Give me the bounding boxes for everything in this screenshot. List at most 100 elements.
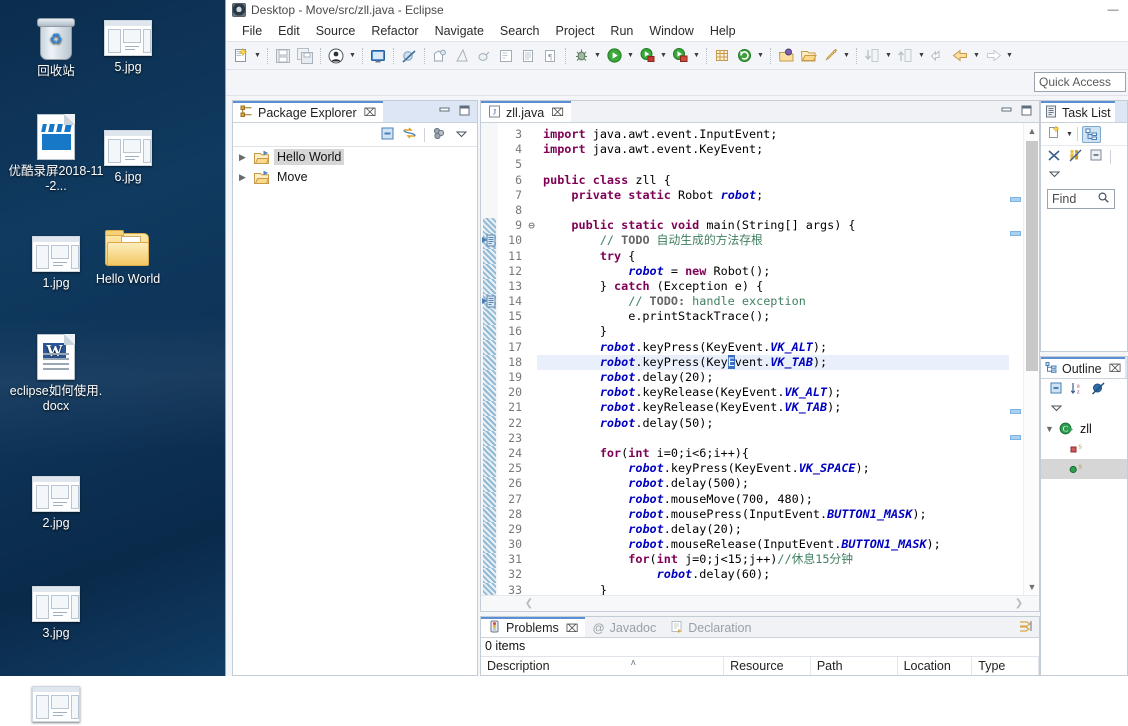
back-dropdown-icon[interactable]: ▼ bbox=[971, 46, 982, 66]
focus-on-selection-icon[interactable] bbox=[1019, 619, 1033, 636]
code-line[interactable]: // TODO 自动生成的方法存根 bbox=[537, 233, 1009, 248]
desktop-icon[interactable]: 2.jpg bbox=[8, 458, 104, 531]
code-line[interactable]: for(int j=0;j<15;j++)//休息15分钟 bbox=[537, 552, 1009, 567]
vertical-scroll-thumb[interactable] bbox=[1026, 141, 1038, 371]
column-header-location[interactable]: Location bbox=[898, 657, 973, 675]
code-line[interactable]: import java.awt.event.KeyEvent; bbox=[537, 142, 1009, 157]
code-line[interactable]: robot.delay(50); bbox=[537, 416, 1009, 431]
scroll-left-icon[interactable]: ❮ bbox=[521, 596, 537, 612]
desktop-icon[interactable]: 3.jpg bbox=[8, 568, 104, 641]
scroll-right-icon[interactable]: ❯ bbox=[1011, 596, 1027, 612]
code-line[interactable]: public static void main(String[] args) { bbox=[537, 218, 1009, 233]
maximize-view-icon[interactable] bbox=[458, 104, 471, 120]
menu-item-window[interactable]: Window bbox=[641, 22, 701, 40]
code-line[interactable]: robot.keyPress(KeyEvent.VK_ALT); bbox=[537, 340, 1009, 355]
tab-outline[interactable]: Outline ⌧ bbox=[1041, 357, 1126, 378]
code-line[interactable]: robot.keyRelease(KeyEvent.VK_TAB); bbox=[537, 400, 1009, 415]
next-annotation-icon[interactable] bbox=[862, 46, 882, 66]
run-icon[interactable] bbox=[604, 46, 624, 66]
menu-item-file[interactable]: File bbox=[234, 22, 270, 40]
code-viewport[interactable]: 3 4 5 6 7 8 9 10 11 12 13 14 15 16 17 18 19 20 21 22 23 24 25 2… bbox=[481, 123, 1039, 595]
chevron-down-icon[interactable]: ▼ bbox=[1045, 424, 1059, 434]
refresh-icon[interactable] bbox=[734, 46, 754, 66]
task-list-view-menu-icon[interactable] bbox=[1047, 169, 1062, 183]
menu-item-help[interactable]: Help bbox=[702, 22, 744, 40]
sort-alphabetically-icon[interactable]: a z bbox=[1070, 381, 1085, 399]
outline-view-menu-icon[interactable] bbox=[1049, 403, 1064, 417]
code-line[interactable]: robot.delay(500); bbox=[537, 476, 1009, 491]
quick-access-input[interactable]: Quick Access bbox=[1034, 72, 1126, 92]
tab-problems[interactable]: Problems ⌧ bbox=[481, 617, 586, 638]
annotation-dropdown-icon[interactable]: ▼ bbox=[841, 46, 852, 66]
task-find-input[interactable]: Find bbox=[1047, 189, 1115, 209]
debug-dropdown-icon[interactable]: ▼ bbox=[592, 46, 603, 66]
last-edit-location-icon[interactable] bbox=[928, 46, 948, 66]
editor-marker-ruler[interactable] bbox=[481, 123, 498, 595]
hide-fields-icon[interactable] bbox=[1091, 381, 1106, 399]
code-line[interactable]: robot.mouseRelease(InputEvent.BUTTON1_MA… bbox=[537, 537, 1009, 552]
menu-item-edit[interactable]: Edit bbox=[270, 22, 308, 40]
new-window-icon[interactable] bbox=[712, 46, 732, 66]
desktop-icon[interactable]: 6.jpg bbox=[80, 112, 176, 185]
menu-item-run[interactable]: Run bbox=[602, 22, 641, 40]
code-line[interactable]: robot.delay(20); bbox=[537, 370, 1009, 385]
new-task-icon[interactable] bbox=[1047, 125, 1062, 143]
editor-vertical-scrollbar[interactable]: ▲ ▼ bbox=[1023, 123, 1039, 595]
code-line[interactable]: for(int i=0;i<6;i++){ bbox=[537, 446, 1009, 461]
desktop-icon[interactable]: Weclipse如何使用.docx bbox=[8, 326, 104, 414]
close-icon[interactable]: ⌧ bbox=[1109, 362, 1122, 375]
code-line[interactable]: robot.mouseMove(700, 480); bbox=[537, 492, 1009, 507]
tree-item[interactable]: ▶ Move bbox=[233, 167, 477, 187]
code-line[interactable] bbox=[537, 203, 1009, 218]
run-dropdown-icon[interactable]: ▼ bbox=[625, 46, 636, 66]
open-type-icon[interactable] bbox=[496, 46, 516, 66]
close-icon[interactable]: ⌧ bbox=[551, 106, 564, 119]
coverage-icon[interactable] bbox=[670, 46, 690, 66]
new-java-class-icon[interactable] bbox=[452, 46, 472, 66]
code-line[interactable]: robot = new Robot(); bbox=[537, 264, 1009, 279]
new-wizard-icon[interactable] bbox=[231, 46, 251, 66]
view-menu-icon[interactable] bbox=[454, 126, 469, 144]
menu-item-source[interactable]: Source bbox=[308, 22, 364, 40]
menu-item-refactor[interactable]: Refactor bbox=[363, 22, 426, 40]
list-icon[interactable] bbox=[518, 46, 538, 66]
code-line[interactable]: robot.delay(60); bbox=[537, 567, 1009, 582]
column-header-description[interactable]: Description ʌ bbox=[481, 657, 725, 675]
code-line[interactable]: robot.keyPress(KeyEvent.VK_TAB); bbox=[537, 354, 1009, 370]
column-header-resource[interactable]: Resource bbox=[724, 657, 811, 675]
show-all-tasks-icon[interactable] bbox=[1068, 148, 1083, 166]
editor-overview-ruler[interactable] bbox=[1009, 123, 1023, 595]
next-annotation-dropdown-icon[interactable]: ▼ bbox=[883, 46, 894, 66]
outline-root-item[interactable]: ▼ C zll bbox=[1041, 419, 1127, 439]
code-line[interactable]: } bbox=[537, 583, 1009, 595]
task-list-body[interactable]: Find bbox=[1041, 185, 1127, 351]
tree-item[interactable]: ▶ Hello World bbox=[233, 147, 477, 167]
chevron-right-icon[interactable]: ▶ bbox=[239, 152, 253, 163]
code-line[interactable]: try { bbox=[537, 249, 1009, 264]
close-icon[interactable]: ⌧ bbox=[364, 106, 377, 119]
minimize-button[interactable]: — bbox=[1098, 0, 1128, 20]
scroll-down-icon[interactable]: ▼ bbox=[1024, 579, 1039, 595]
code-line[interactable] bbox=[537, 431, 1009, 446]
sort-ascending-icon[interactable]: ʌ bbox=[631, 657, 636, 667]
code-line[interactable]: import java.awt.event.InputEvent; bbox=[537, 127, 1009, 142]
outline-tree[interactable]: ▼ C zll S S bbox=[1041, 419, 1127, 675]
open-folder-icon[interactable] bbox=[798, 46, 818, 66]
editor-folding-ruler[interactable]: ⊖ bbox=[526, 123, 537, 595]
new-task-dropdown-icon[interactable]: ▼ bbox=[1066, 131, 1073, 138]
close-icon[interactable]: ⌧ bbox=[566, 622, 579, 635]
tab-task-list[interactable]: Task List bbox=[1041, 101, 1115, 122]
code-line[interactable]: } catch (Exception e) { bbox=[537, 279, 1009, 294]
new-folder-icon[interactable] bbox=[776, 46, 796, 66]
save-icon[interactable] bbox=[273, 46, 293, 66]
categorize-tasks-icon[interactable] bbox=[1081, 125, 1101, 143]
chevron-right-icon[interactable]: ▶ bbox=[239, 172, 253, 183]
outline-member-method[interactable]: S bbox=[1041, 459, 1127, 479]
overview-marker[interactable] bbox=[1010, 409, 1021, 414]
desktop-icon[interactable]: 5.jpg bbox=[80, 2, 176, 75]
scroll-up-icon[interactable]: ▲ bbox=[1024, 123, 1039, 139]
desktop-icon[interactable] bbox=[8, 668, 104, 726]
collapse-all-outline-icon[interactable] bbox=[1049, 381, 1064, 399]
prev-annotation-icon[interactable] bbox=[895, 46, 915, 66]
code-line[interactable]: e.printStackTrace(); bbox=[537, 309, 1009, 324]
